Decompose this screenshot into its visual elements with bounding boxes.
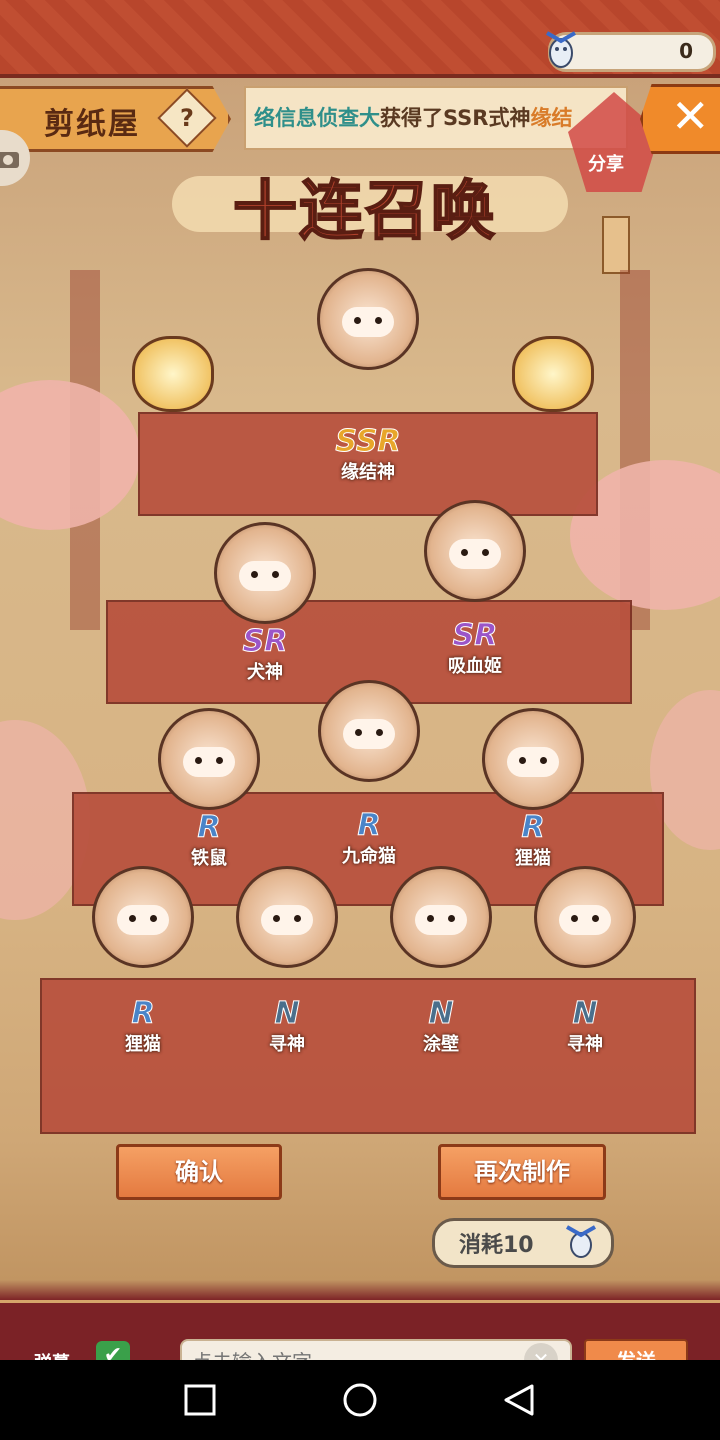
ticker-highlight: 缘结	[530, 106, 573, 130]
summon-card[interactable]: SSR 缘结神	[303, 268, 433, 484]
shikigami-portrait	[317, 268, 419, 370]
help-button[interactable]: ?	[157, 88, 217, 148]
shikigami-name: 寻神	[567, 1034, 603, 1055]
announcement-ticker: 络信息侦查大获得了SSR式神缘结	[244, 86, 628, 150]
shikigami-portrait	[534, 866, 636, 968]
rarity-label: SSR	[335, 424, 401, 459]
shikigami-portrait	[92, 866, 194, 968]
shop-title: 剪纸屋	[44, 107, 140, 142]
summon-card[interactable]: N 寻神	[520, 866, 650, 1056]
shikigami-portrait	[482, 708, 584, 810]
shikigami-portrait	[158, 708, 260, 810]
recent-apps-icon[interactable]	[180, 1382, 220, 1418]
check-icon: ✔	[103, 1343, 123, 1360]
summon-card[interactable]: R 铁鼠	[144, 708, 274, 870]
shikigami-name: 狸猫	[125, 1034, 161, 1055]
ticker-middle: 获得了SSR式神	[380, 106, 531, 130]
game-screen: 0 剪纸屋 ? 络信息侦查大获得了SSR式神缘结 分享 ✕ 十连召唤 SSR 缘…	[0, 0, 720, 1360]
shikigami-portrait	[424, 500, 526, 602]
make-again-button[interactable]: 再次制作	[438, 1144, 606, 1200]
rarity-label: R	[131, 996, 155, 1031]
rarity-label: N	[428, 996, 454, 1031]
back-icon[interactable]	[500, 1382, 540, 1418]
rarity-label: SR	[452, 618, 498, 653]
shikigami-name: 寻神	[269, 1034, 305, 1055]
clear-icon: ✕	[532, 1348, 550, 1360]
share-button[interactable]: 分享	[588, 150, 624, 176]
android-nav-bar	[0, 1360, 720, 1440]
shop-title-plate: 剪纸屋 ?	[0, 86, 231, 152]
summon-card[interactable]: R 九命猫	[304, 680, 434, 868]
shikigami-name: 缘结神	[341, 462, 395, 483]
currency-display: 0	[546, 31, 716, 72]
lantern-tag	[602, 216, 630, 274]
rarity-label: R	[197, 810, 221, 845]
send-button[interactable]: 发送	[584, 1339, 688, 1360]
shikigami-portrait	[236, 866, 338, 968]
close-button[interactable]: ✕	[640, 84, 720, 154]
confirm-button[interactable]: 确认	[116, 1144, 282, 1200]
summon-card[interactable]: SR 吸血姬	[410, 500, 540, 678]
blossom-tree-left	[0, 380, 140, 530]
summon-card[interactable]: SR 犬神	[200, 522, 330, 684]
left-lamp	[132, 336, 214, 412]
right-lamp	[512, 336, 594, 412]
summon-card[interactable]: R 狸猫	[468, 708, 598, 870]
summon-card[interactable]: N 寻神	[222, 866, 352, 1056]
shikigami-name: 吸血姬	[448, 656, 502, 677]
chat-bar: 弹幕 ✔ ✕ 发送	[0, 1300, 720, 1360]
ticker-user: 络信息侦查大	[254, 106, 380, 130]
camera-icon	[0, 152, 19, 168]
ticker-message: 络信息侦查大获得了SSR式神缘结	[254, 102, 572, 132]
currency-amount: 0	[679, 39, 693, 63]
cost-label: 消耗10	[459, 1233, 534, 1258]
doll-currency-icon	[566, 1225, 596, 1258]
help-icon: ?	[180, 104, 194, 132]
summon-card[interactable]: R 狸猫	[78, 866, 208, 1056]
chat-input[interactable]	[190, 1347, 514, 1360]
shikigami-name: 涂壁	[423, 1034, 459, 1055]
shikigami-portrait	[318, 680, 420, 782]
cost-display: 消耗10	[432, 1218, 614, 1268]
shikigami-name: 九命猫	[342, 846, 396, 867]
shikigami-portrait	[214, 522, 316, 624]
shikigami-portrait	[390, 866, 492, 968]
rarity-label: R	[357, 808, 381, 843]
doll-currency-icon	[546, 31, 576, 68]
danmu-label: 弹幕	[34, 1349, 70, 1360]
danmu-toggle-checkbox[interactable]: ✔	[96, 1341, 130, 1360]
home-icon[interactable]	[340, 1382, 380, 1418]
close-icon: ✕	[671, 89, 710, 143]
summon-card[interactable]: N 涂壁	[376, 866, 506, 1056]
chat-input-box[interactable]	[180, 1339, 572, 1360]
rarity-label: SR	[242, 624, 288, 659]
rarity-label: R	[521, 810, 545, 845]
rarity-label: N	[572, 996, 598, 1031]
summon-title: 十连召唤	[232, 174, 497, 250]
rarity-label: N	[274, 996, 300, 1031]
